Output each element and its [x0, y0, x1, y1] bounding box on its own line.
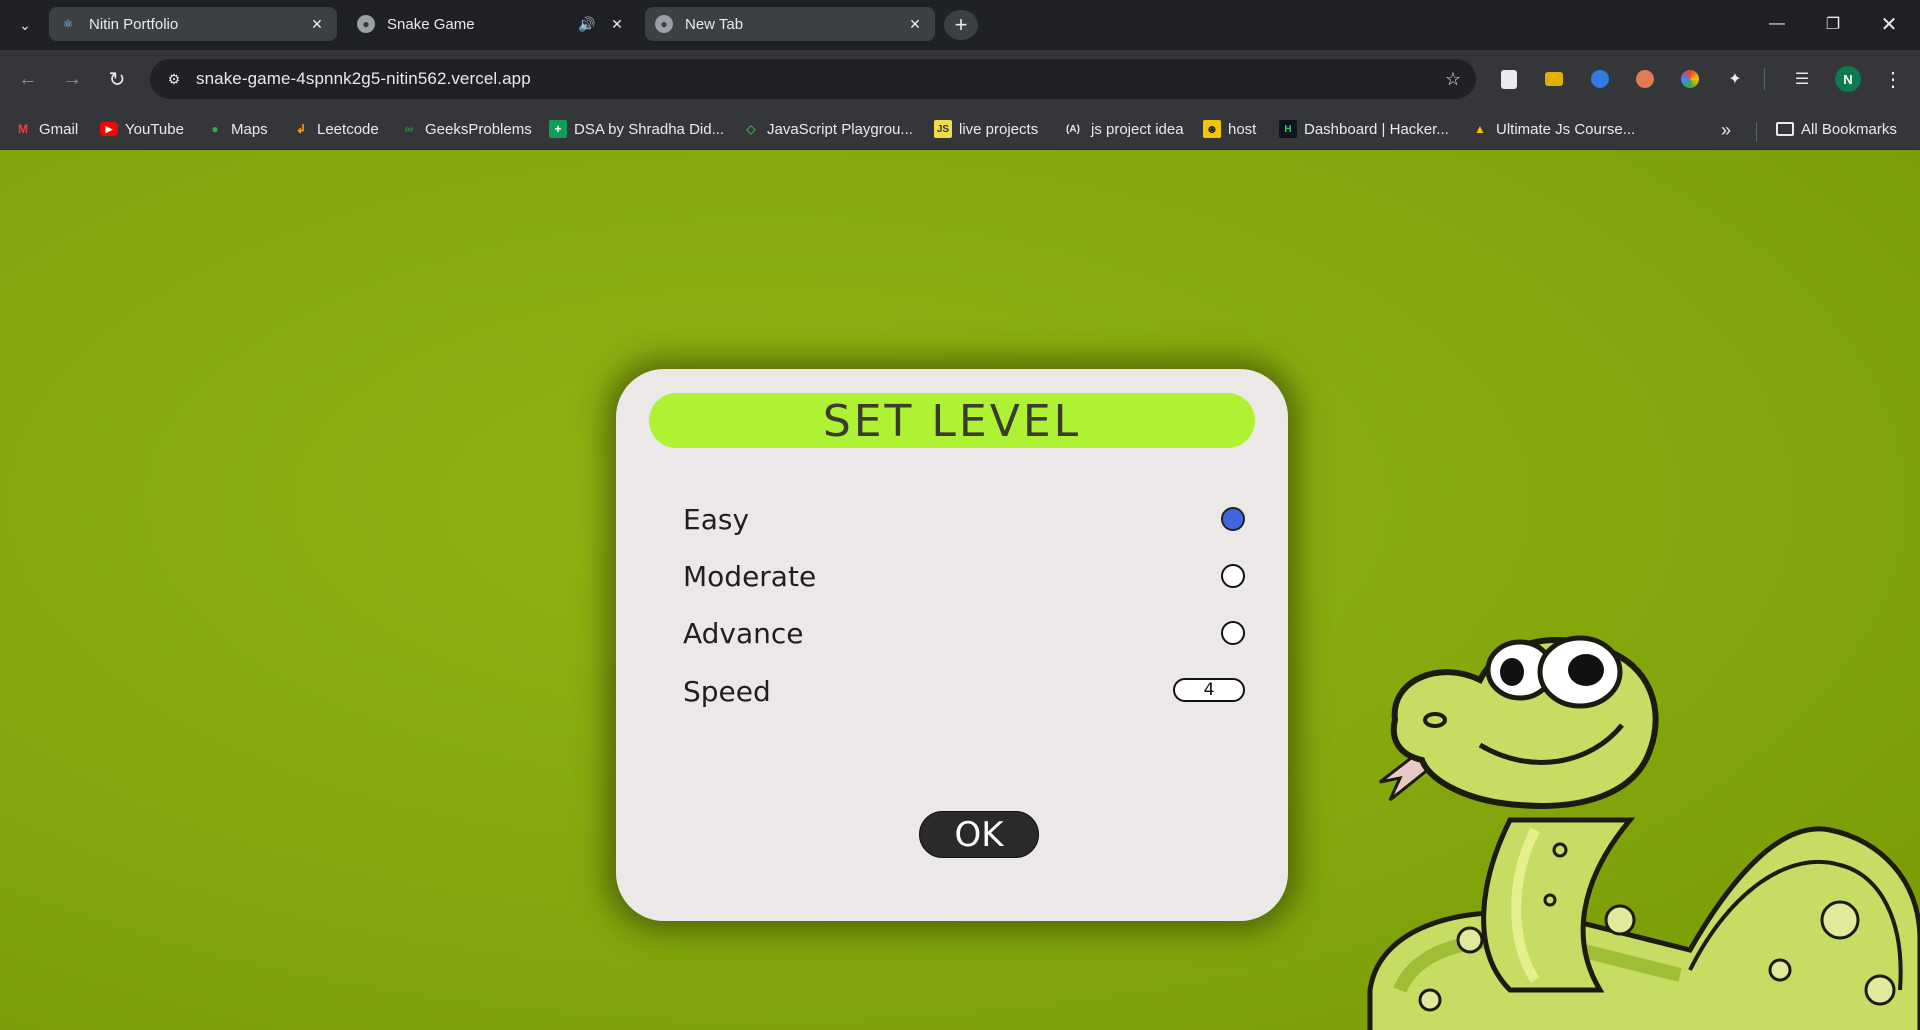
- bookmarks-divider: [1756, 122, 1757, 142]
- url-text[interactable]: snake-game-4spnnk2g5-nitin562.vercel.app: [196, 69, 531, 89]
- browser-toolbar: ← → ↻ ⚙ snake-game-4spnnk2g5-nitin562.ve…: [0, 50, 1920, 108]
- tab-nitin-portfolio[interactable]: ⚛ Nitin Portfolio ✕: [49, 7, 337, 41]
- close-icon[interactable]: ✕: [607, 14, 627, 34]
- level-moderate-label: Moderate: [683, 560, 817, 593]
- bookmark-live-projects[interactable]: JS live projects: [934, 116, 1038, 142]
- bookmark-label: live projects: [959, 120, 1039, 138]
- bookmark-star-icon[interactable]: ☆: [1440, 66, 1466, 92]
- bookmark-label: YouTube: [125, 120, 184, 138]
- extension-color-icon[interactable]: [1676, 65, 1704, 93]
- snake-illustration: [1367, 635, 1920, 1030]
- media-control-icon[interactable]: ☰: [1788, 65, 1816, 93]
- dialog-title: SET LEVEL: [649, 393, 1255, 448]
- profile-avatar[interactable]: N: [1835, 66, 1861, 92]
- hackerrank-icon: H: [1279, 120, 1297, 138]
- tab-title: Snake Game: [387, 15, 475, 33]
- bookmark-label: host: [1228, 120, 1257, 138]
- host-icon: ☻: [1203, 120, 1221, 138]
- playground-icon: ◇: [746, 122, 756, 136]
- bookmark-host[interactable]: ☻ host: [1203, 116, 1256, 142]
- bookmark-geeksproblems[interactable]: ∞ GeeksProblems: [400, 116, 532, 142]
- globe-icon: ●: [655, 15, 673, 33]
- bookmark-label: GeeksProblems: [425, 120, 532, 138]
- maps-icon: ●: [211, 122, 219, 136]
- bookmark-label: Maps: [231, 120, 268, 138]
- youtube-icon: ▶: [100, 122, 118, 136]
- level-advance-label: Advance: [683, 617, 804, 650]
- js-icon: JS: [934, 120, 952, 138]
- bookmark-label: Ultimate Js Course...: [1496, 120, 1636, 138]
- set-level-dialog: SET LEVEL Easy Moderate Advance Speed 4 …: [616, 369, 1288, 921]
- react-icon: ⚛: [62, 17, 74, 31]
- address-bar[interactable]: ⚙ snake-game-4spnnk2g5-nitin562.vercel.a…: [150, 59, 1476, 99]
- bookmark-label: Leetcode: [317, 120, 379, 138]
- gmail-icon: M: [18, 122, 28, 136]
- tab-snake-game[interactable]: ● Snake Game 🔊 ✕: [347, 7, 637, 41]
- folder-icon: [1776, 122, 1794, 136]
- restore-icon[interactable]: ❐: [1810, 0, 1856, 48]
- bookmark-label: js project idea: [1091, 120, 1184, 138]
- level-advance-radio[interactable]: [1221, 621, 1245, 645]
- bookmark-leetcode[interactable]: ↲ Leetcode: [292, 116, 379, 142]
- angular-icon: (A): [1066, 123, 1080, 135]
- site-settings-icon[interactable]: ⚙: [162, 67, 186, 91]
- bookmark-maps[interactable]: ● Maps: [206, 116, 268, 142]
- bookmark-hackerrank-dashboard[interactable]: H Dashboard | Hacker...: [1279, 116, 1449, 142]
- back-icon[interactable]: ←: [10, 61, 46, 97]
- leetcode-icon: ↲: [295, 122, 307, 136]
- level-easy-radio[interactable]: [1221, 507, 1245, 531]
- bookmark-youtube[interactable]: ▶ YouTube: [100, 116, 184, 142]
- tab-title: New Tab: [685, 15, 744, 33]
- extension-edge-icon[interactable]: [1586, 65, 1614, 93]
- bookmark-gmail[interactable]: M Gmail: [14, 116, 78, 142]
- extension-cookie-icon[interactable]: [1631, 65, 1659, 93]
- bookmark-label: Dashboard | Hacker...: [1304, 120, 1449, 138]
- chevron-double-right-icon[interactable]: »: [1714, 118, 1738, 142]
- bookmark-js-project-idea[interactable]: (A) js project idea: [1062, 116, 1184, 142]
- level-moderate-radio[interactable]: [1221, 564, 1245, 588]
- extensions-puzzle-icon[interactable]: ✦: [1721, 65, 1749, 93]
- close-icon[interactable]: ✕: [905, 14, 925, 34]
- close-icon[interactable]: ✕: [307, 14, 327, 34]
- bookmark-ultimate-js-course[interactable]: ▲ Ultimate Js Course...: [1471, 116, 1635, 142]
- bookmark-dsa-shradha[interactable]: + DSA by Shradha Did...: [549, 116, 724, 142]
- game-page: SET LEVEL Easy Moderate Advance Speed 4 …: [0, 150, 1920, 1030]
- tab-new-tab[interactable]: ● New Tab ✕: [645, 7, 935, 41]
- minimize-icon[interactable]: —: [1754, 0, 1800, 48]
- bookmark-label: Gmail: [39, 120, 79, 138]
- speed-input[interactable]: 4: [1173, 678, 1245, 702]
- close-window-icon[interactable]: ✕: [1866, 0, 1912, 48]
- all-bookmarks-button[interactable]: All Bookmarks: [1776, 116, 1897, 142]
- forward-icon[interactable]: →: [54, 61, 90, 97]
- sheets-icon: +: [549, 120, 567, 138]
- gfg-icon: ∞: [404, 122, 414, 136]
- drive-icon: ▲: [1474, 122, 1486, 136]
- bookmark-label: DSA by Shradha Did...: [574, 120, 725, 138]
- bookmark-label: All Bookmarks: [1801, 120, 1897, 138]
- toolbar-divider: [1764, 68, 1765, 90]
- bookmark-label: JavaScript Playgrou...: [767, 120, 913, 138]
- reload-icon[interactable]: ↻: [99, 61, 135, 97]
- tab-title: Nitin Portfolio: [89, 15, 179, 33]
- extension-folder-icon[interactable]: [1540, 65, 1568, 93]
- speaker-icon[interactable]: 🔊: [577, 14, 597, 34]
- tab-search-chevron-icon[interactable]: ⌄: [12, 12, 38, 38]
- globe-icon: ●: [357, 15, 375, 33]
- bookmarks-bar: M Gmail ▶ YouTube ● Maps ↲ Leetcode ∞ Ge…: [0, 108, 1920, 150]
- bookmark-js-playground[interactable]: ◇ JavaScript Playgrou...: [742, 116, 913, 142]
- speed-label: Speed: [683, 675, 771, 708]
- menu-kebab-icon[interactable]: ⋮: [1879, 65, 1907, 93]
- extension-notes-icon[interactable]: [1495, 65, 1523, 93]
- level-easy-label: Easy: [683, 503, 750, 536]
- tab-strip: ⌄ ⚛ Nitin Portfolio ✕ ● Snake Game 🔊 ✕ ●…: [0, 0, 1920, 50]
- new-tab-button[interactable]: +: [944, 10, 978, 40]
- ok-button[interactable]: OK: [919, 811, 1039, 858]
